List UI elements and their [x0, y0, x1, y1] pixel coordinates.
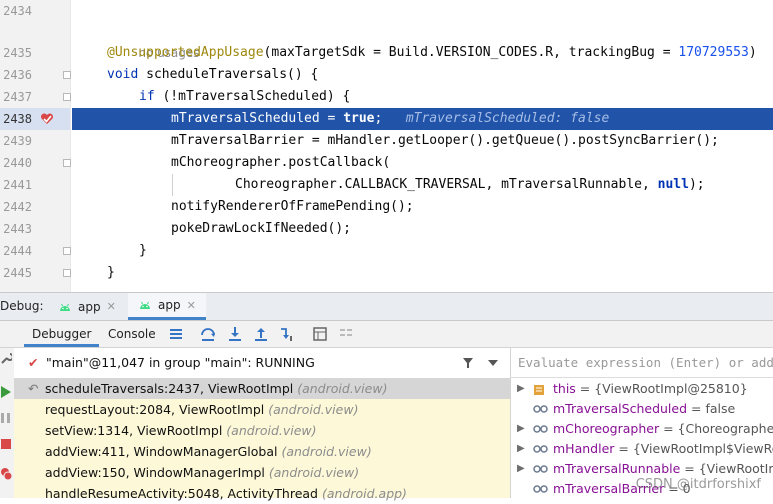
field-watch-icon: [533, 445, 548, 453]
pause-icon[interactable]: [0, 411, 12, 425]
variable-row[interactable]: ▶ mHandler = {ViewRootImpl$ViewRootHandl…: [511, 439, 773, 459]
stack-frame[interactable]: requestLayout:2084, ViewRootImpl (androi…: [14, 399, 510, 420]
object-icon: [534, 385, 544, 395]
run-tab-app-active[interactable]: app ✕: [128, 293, 206, 320]
android-icon: [60, 303, 70, 311]
line-number: 2441: [3, 178, 32, 192]
line-number: 2438: [3, 112, 32, 126]
line-number: 2445: [3, 266, 32, 280]
code-line-2437: if (!mTraversalScheduled) {: [139, 89, 351, 104]
code-line-2444: }: [139, 243, 147, 258]
line-number: 2444: [3, 244, 32, 258]
close-icon[interactable]: ✕: [187, 299, 196, 312]
field-watch-icon: [533, 465, 548, 473]
debug-tool-window-header: Debug: app ✕ app ✕: [0, 292, 773, 321]
stack-frame[interactable]: ↶ scheduleTraversals:2437, ViewRootImpl …: [14, 378, 510, 399]
breakpoint-icon[interactable]: [40, 112, 54, 126]
filter-icon[interactable]: [462, 357, 474, 369]
code-editor[interactable]: 2434 2435 2436 2437 2438 2439 2440 2441 …: [0, 0, 773, 292]
variable-row[interactable]: ▶ mTraversalRunnable = {ViewRootImpl$Tra…: [511, 459, 773, 479]
stack-frame[interactable]: addView:411, WindowManagerGlobal (androi…: [14, 441, 510, 462]
line-number: 2435: [3, 46, 32, 60]
debug-title: Debug:: [0, 299, 44, 313]
line-number: 2442: [3, 200, 32, 214]
chevron-right-icon[interactable]: ▶: [517, 439, 525, 459]
variable-row[interactable]: ▶ mChoreographer = {Choreographer@25811}: [511, 419, 773, 439]
code-line-2436: void scheduleTraversals() {: [107, 67, 319, 82]
android-icon: [140, 301, 150, 309]
chevron-right-icon[interactable]: ▶: [517, 379, 525, 399]
step-over-icon[interactable]: [200, 326, 216, 342]
fold-marker[interactable]: [63, 159, 71, 167]
field-watch-icon: [533, 425, 548, 433]
run-tab-app[interactable]: app ✕: [48, 293, 126, 320]
debugger-toolbar: Debugger Console: [0, 321, 773, 348]
watermark: CSDN @itdrforshixf: [635, 477, 761, 492]
run-tab-label: app: [158, 298, 181, 312]
menu-icon[interactable]: [168, 326, 184, 342]
line-number: 2439: [3, 134, 32, 148]
stack-frame[interactable]: handleResumeActivity:5048, ActivityThrea…: [14, 483, 510, 504]
code-line-2443: pokeDrawLockIfNeeded();: [171, 221, 352, 236]
thread-label: "main"@11,047 in group "main": RUNNING: [46, 355, 315, 370]
field-watch-icon: [533, 485, 548, 493]
usages-hint[interactable]: no usages: [107, 20, 773, 60]
code-line-2445: }: [107, 265, 115, 280]
tab-debugger[interactable]: Debugger: [24, 321, 100, 347]
line-number: 2436: [3, 68, 32, 82]
frames-panel: ✔ "main"@11,047 in group "main": RUNNING…: [14, 348, 511, 501]
fold-marker[interactable]: [63, 71, 71, 79]
code-line-2442: notifyRendererOfFramePending();: [171, 199, 414, 214]
line-number: 2434: [3, 4, 32, 18]
evaluate-expression-input[interactable]: Evaluate expression (Enter) or add a wat…: [511, 348, 773, 378]
tab-console[interactable]: Console: [100, 321, 164, 347]
current-execution-line: mTraversalScheduled = true; mTraversalSc…: [72, 108, 773, 130]
close-icon[interactable]: ✕: [107, 300, 116, 313]
checkmark-icon: ✔: [28, 355, 39, 370]
run-tab-label: app: [78, 299, 101, 314]
variables-panel: Evaluate expression (Enter) or add a wat…: [511, 348, 773, 498]
variable-row[interactable]: mTraversalScheduled = false: [511, 399, 773, 419]
code-line-2435: @UnsupportedAppUsage(maxTargetSdk = Buil…: [107, 45, 757, 60]
fold-marker[interactable]: [63, 93, 71, 101]
variable-row[interactable]: ▶ this = {ViewRootImpl@25810}: [511, 379, 773, 399]
step-out-icon[interactable]: [253, 326, 269, 342]
stack-frame[interactable]: addView:150, WindowManagerImpl (android.…: [14, 462, 510, 483]
inline-debug-value: mTraversalScheduled: false: [405, 111, 610, 126]
stack-frames-list: ↶ scheduleTraversals:2437, ViewRootImpl …: [14, 378, 510, 501]
line-number: 2437: [3, 90, 32, 104]
view-breakpoints-icon[interactable]: [0, 467, 12, 481]
fold-marker[interactable]: [63, 269, 71, 277]
stop-icon[interactable]: [0, 437, 12, 451]
run-to-cursor-icon[interactable]: [280, 326, 296, 342]
evaluate-expression-icon[interactable]: [312, 326, 328, 342]
code-line-2440: mChoreographer.postCallback(: [171, 155, 391, 170]
code-line-2439: mTraversalBarrier = mHandler.getLooper()…: [171, 133, 719, 148]
fold-marker[interactable]: [63, 247, 71, 255]
code-line-2441: Choreographer.CALLBACK_TRAVERSAL, mTrave…: [235, 177, 705, 192]
trace-icon[interactable]: [338, 326, 354, 342]
line-number: 2443: [3, 222, 32, 236]
chevron-right-icon[interactable]: ▶: [517, 459, 525, 479]
field-watch-icon: [533, 405, 548, 413]
wrench-icon[interactable]: [0, 351, 12, 365]
thread-selector[interactable]: ✔ "main"@11,047 in group "main": RUNNING: [14, 348, 510, 379]
resume-icon[interactable]: [0, 385, 12, 399]
return-arrow-icon: ↶: [28, 381, 39, 396]
line-number: 2440: [3, 156, 32, 170]
stack-frame[interactable]: setView:1314, ViewRootImpl (android.view…: [14, 420, 510, 441]
chevron-down-icon[interactable]: [488, 360, 498, 366]
annotation: @UnsupportedAppUsage: [107, 45, 264, 60]
step-into-icon[interactable]: [227, 326, 243, 342]
chevron-right-icon[interactable]: ▶: [517, 419, 525, 439]
